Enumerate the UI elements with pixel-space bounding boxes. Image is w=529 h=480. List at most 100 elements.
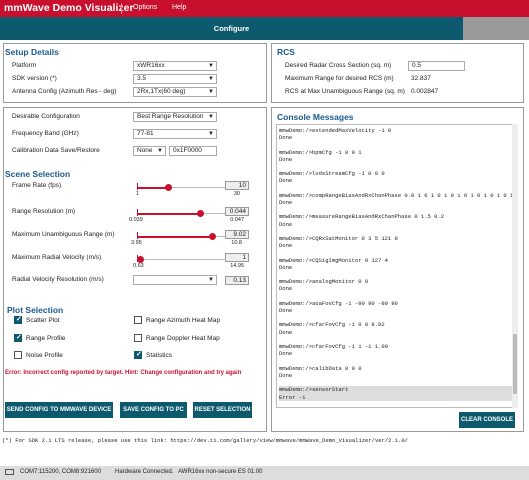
console-line: Done bbox=[279, 307, 293, 315]
rcs-cross-input[interactable]: 0.5 bbox=[408, 61, 465, 71]
slider-knob[interactable] bbox=[196, 210, 204, 217]
scatter-plot-checkbox[interactable] bbox=[14, 315, 22, 324]
statistics-label: Statistics bbox=[146, 352, 173, 359]
rcs-at-max-label: RCS at Max Unambiguous Range (sq. m) bbox=[285, 88, 405, 95]
console-line: Done bbox=[279, 220, 293, 228]
slider-max: 0.047 bbox=[230, 217, 244, 223]
serial-port-icon bbox=[5, 469, 14, 475]
slider-min: 0.039 bbox=[129, 217, 143, 223]
send-config-button[interactable]: SEND CONFIG TO MMWAVE DEVICE bbox=[5, 402, 113, 418]
plot-heading: Plot Selection bbox=[7, 305, 64, 315]
sdk-select[interactable]: 3.5 ▼ bbox=[133, 74, 217, 84]
noise-profile-checkbox[interactable] bbox=[14, 351, 22, 359]
max-range-value[interactable]: 9.02 bbox=[225, 230, 249, 239]
slider-fill bbox=[137, 213, 200, 215]
console-scrollbar[interactable] bbox=[512, 124, 518, 408]
slider-knob[interactable] bbox=[137, 256, 145, 263]
console-line: Done bbox=[279, 371, 293, 379]
range-resolution-value[interactable]: 0.044 bbox=[225, 207, 249, 216]
chevron-down-icon: ▼ bbox=[208, 131, 214, 137]
antenna-select[interactable]: 2Rx,1Tx(60 deg) ▼ bbox=[133, 87, 217, 97]
console-line: Done bbox=[279, 177, 293, 185]
divider bbox=[121, 3, 122, 14]
velocity-resolution-value[interactable]: 0.13 bbox=[225, 276, 249, 285]
console-line: mmwDemo:/>cfarFovCfg -1 0 0 8.92 bbox=[279, 321, 385, 329]
console-output[interactable]: mmwDemo:/>extendedMaxVelocity -1 0 Done m… bbox=[276, 124, 518, 408]
range-profile-checkbox[interactable] bbox=[14, 333, 22, 342]
velocity-resolution-label: Radial Velocity Resolution (m/s) bbox=[12, 276, 104, 283]
range-azimuth-checkbox[interactable] bbox=[134, 316, 142, 324]
frame-rate-value[interactable]: 10 bbox=[225, 181, 249, 190]
console-line: Done bbox=[279, 285, 293, 293]
title-bar: mmWave Demo Visualizer Options Help bbox=[0, 0, 529, 17]
max-velocity-slider[interactable]: 0.63 14.95 bbox=[133, 255, 244, 270]
freq-band-value: 77-81 bbox=[137, 130, 154, 137]
frame-rate-slider[interactable]: 1 30 bbox=[136, 183, 240, 198]
velocity-resolution-select[interactable]: ▼ bbox=[133, 275, 217, 285]
slider-knob[interactable] bbox=[208, 233, 216, 240]
menu-help[interactable]: Help bbox=[172, 4, 186, 11]
slider-min-tick bbox=[137, 209, 138, 216]
calib-label: Calibration Data Save/Restore bbox=[12, 147, 100, 154]
save-config-button[interactable]: SAVE CONFIG TO PC bbox=[120, 402, 187, 418]
calib-address-input[interactable]: 0x1F0000 bbox=[169, 146, 217, 156]
rcs-maxrange-label: Maximum Range for desired RCS (m) bbox=[285, 75, 394, 82]
tab-configure[interactable]: Configure bbox=[0, 17, 463, 40]
max-range-slider[interactable]: 3.95 10.8 bbox=[131, 232, 242, 247]
range-doppler-checkbox[interactable] bbox=[134, 334, 142, 342]
range-resolution-slider[interactable]: 0.039 0.047 bbox=[129, 209, 244, 224]
range-azimuth-label: Range Azimuth Heat Map bbox=[146, 317, 221, 324]
chevron-down-icon: ▼ bbox=[208, 89, 214, 95]
slider-knob[interactable] bbox=[165, 184, 173, 191]
scene-heading: Scene Selection bbox=[5, 169, 71, 179]
range-resolution-label: Range Resolution (m) bbox=[12, 208, 76, 215]
console-line: Error -1 bbox=[279, 393, 517, 401]
console-line: mmwDemo:/>CQSigImgMonitor 0 127 4 bbox=[279, 256, 388, 264]
slider-fill bbox=[137, 236, 212, 238]
tab-bar: Configure bbox=[0, 17, 529, 40]
app-title: mmWave Demo Visualizer bbox=[4, 2, 134, 14]
console-line: Done bbox=[279, 155, 293, 163]
freq-band-select[interactable]: 77-81 ▼ bbox=[133, 129, 217, 139]
console-line: mmwDemo:/>compRangeBiasAndRxChanPhase 0.… bbox=[279, 191, 518, 199]
menu-options[interactable]: Options bbox=[133, 4, 157, 11]
console-line: mmwDemo:/>lvdsStreamCfg -1 0 0 0 bbox=[279, 170, 385, 178]
slider-min: 3.95 bbox=[131, 240, 142, 246]
desirable-config-value: Best Range Resolution bbox=[137, 113, 204, 120]
rcs-heading: RCS bbox=[277, 47, 295, 57]
console-line: mmwDemo:/>analogMonitor 0 0 bbox=[279, 278, 369, 286]
scrollbar-thumb[interactable] bbox=[513, 334, 517, 394]
slider-min-tick bbox=[137, 232, 138, 239]
frame-rate-label: Frame Rate (fps) bbox=[12, 182, 62, 189]
platform-select[interactable]: xWR16xx ▼ bbox=[133, 61, 217, 71]
range-profile-label: Range Profile bbox=[26, 335, 66, 342]
max-velocity-value[interactable]: 1 bbox=[225, 253, 249, 262]
status-device: AWR16xx non-secure ES 01.00 bbox=[178, 469, 263, 475]
statistics-checkbox[interactable] bbox=[134, 350, 142, 359]
console-line: mmwDemo:/>measureRangeBiasAndRxChanPhase… bbox=[279, 213, 445, 221]
calib-select[interactable]: None ▼ bbox=[133, 146, 166, 156]
status-bar: COM7:115200, COM8:921600 Hardware Connec… bbox=[0, 466, 529, 480]
reset-selection-button[interactable]: RESET SELECTION bbox=[193, 402, 252, 418]
desirable-config-select[interactable]: Best Range Resolution ▼ bbox=[133, 112, 217, 122]
antenna-value: 2Rx,1Tx(60 deg) bbox=[137, 88, 186, 95]
status-ports: COM7:115200, COM8:921600 bbox=[20, 469, 101, 475]
clear-console-button[interactable]: CLEAR CONSOLE bbox=[459, 412, 515, 428]
rcs-cross-label: Desired Radar Cross Section (sq. m) bbox=[285, 62, 392, 69]
chevron-down-icon: ▼ bbox=[208, 277, 214, 283]
console-heading: Console Messages bbox=[277, 112, 354, 122]
error-message: Error: Incorrect config reported by targ… bbox=[5, 370, 242, 376]
slider-fill bbox=[137, 187, 169, 189]
console-line: Done bbox=[279, 242, 293, 250]
rcs-maxrange-value: 32.837 bbox=[411, 75, 431, 82]
console-line: mmwDemo:/>sensorStart bbox=[279, 386, 517, 394]
